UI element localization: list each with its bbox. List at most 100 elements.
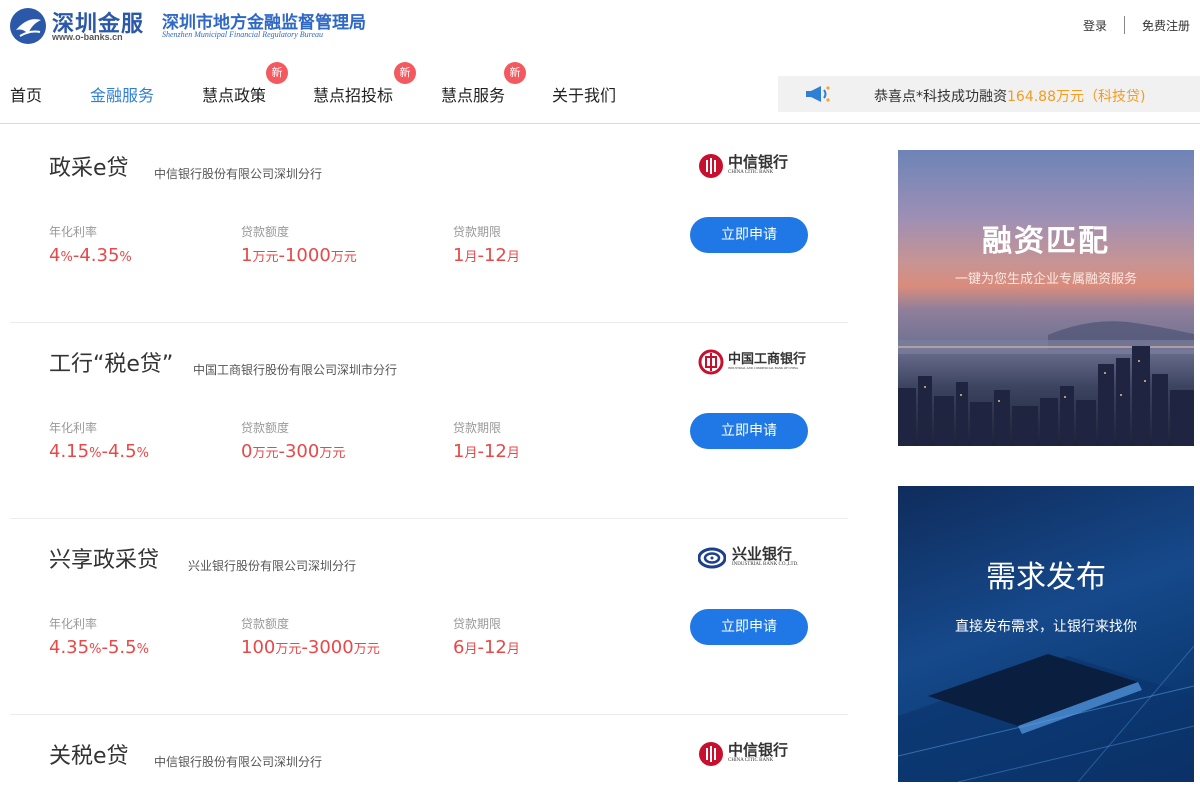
amount-label: 贷款额度 xyxy=(241,225,290,239)
banner-title: 融资匹配 xyxy=(982,224,1110,259)
rate-label: 年化利率 xyxy=(49,617,98,631)
regulator-name-en: Shenzhen Municipal Financial Regulatory … xyxy=(162,30,324,39)
citic-bank-icon xyxy=(699,742,723,766)
value-unit: % xyxy=(119,250,132,265)
nav-item-label: 慧点招投标 xyxy=(313,86,394,105)
demand-publish-banner[interactable]: 需求发布 直接发布需求，让银行来找你 xyxy=(898,486,1194,782)
bank-logo-cn: 中国工商银行 xyxy=(728,352,807,367)
rate-value: 4.35%-5.5% xyxy=(49,637,149,658)
apply-button[interactable]: 立即申请 xyxy=(690,609,808,645)
value-unit: 月 xyxy=(506,250,520,265)
term-label: 贷款期限 xyxy=(453,421,502,435)
city-skyline-image xyxy=(898,321,1194,446)
value-unit: % xyxy=(89,642,102,657)
citic-bank-icon xyxy=(699,154,723,178)
apply-button[interactable]: 立即申请 xyxy=(690,217,808,253)
apply-button[interactable]: 立即申请 xyxy=(690,413,808,449)
term-value: 6月-12月 xyxy=(453,637,520,658)
nav-item-label: 关于我们 xyxy=(552,86,617,105)
banner-subtitle: 直接发布需求，让银行来找你 xyxy=(955,619,1137,635)
value-high: 12 xyxy=(483,245,507,266)
value-unit: 月 xyxy=(506,446,520,461)
value-unit: 万元 xyxy=(353,642,380,657)
cib-icon xyxy=(698,547,726,569)
notice-text: 恭喜点*科技成功融资164.88万元（科技贷) xyxy=(874,86,1145,106)
bank-logo: 中信银行 CHINA CITIC BANK xyxy=(698,739,808,769)
value-high: 12 xyxy=(483,637,507,658)
term-value: 1月-12月 xyxy=(453,245,520,266)
value-high: 3000 xyxy=(307,637,354,658)
financing-notice[interactable]: 恭喜点*科技成功融资164.88万元（科技贷) xyxy=(778,76,1200,112)
loan-card: 政采e贷 中信银行股份有限公司深圳分行 中信银行 CHINA CITIC BAN… xyxy=(10,127,848,323)
loan-name[interactable]: 关税e贷 xyxy=(49,738,129,770)
bank-logo-cn: 中信银行 xyxy=(728,741,789,759)
bank-logo-en: INDUSTRIAL BANK CO.,LTD. xyxy=(732,562,799,567)
value-high: 4.5 xyxy=(107,441,137,462)
nav-item-label: 首页 xyxy=(10,86,43,105)
site-header: 深圳金服 www.o-banks.cn 深圳市地方金融监督管理局 Shenzhe… xyxy=(0,0,1200,124)
value-unit: 万元 xyxy=(252,250,279,265)
nav-item-label: 慧点服务 xyxy=(441,86,506,105)
value-low: 0 xyxy=(241,441,253,462)
bank-logo: 中信银行 CHINA CITIC BANK xyxy=(698,151,808,181)
bank-logo-en: CHINA CITIC BANK xyxy=(728,758,774,763)
notice-highlight: 164.88万元（科技贷) xyxy=(1007,89,1146,105)
value-low: 100 xyxy=(241,637,276,658)
loan-name[interactable]: 兴享政采贷 xyxy=(49,542,159,574)
value-unit: % xyxy=(136,446,149,461)
divider xyxy=(1123,16,1125,34)
value-high: 300 xyxy=(284,441,320,462)
loan-bank: 中信银行股份有限公司深圳分行 xyxy=(154,167,323,181)
value-unit: % xyxy=(89,446,102,461)
value-unit: % xyxy=(60,250,73,265)
amount-label: 贷款额度 xyxy=(241,617,290,631)
value-low: 4 xyxy=(49,245,61,266)
banner-title: 需求发布 xyxy=(986,560,1106,595)
brand-url: www.o-banks.cn xyxy=(52,32,123,42)
value-unit: 万元 xyxy=(252,446,279,461)
value-low: 6 xyxy=(453,637,465,658)
value-unit: 月 xyxy=(464,642,478,657)
value-unit: 万元 xyxy=(319,446,346,461)
nav-item-financial-services[interactable]: 金融服务 xyxy=(90,82,154,106)
bank-logo-cn: 兴业银行 xyxy=(732,545,793,563)
value-high: 12 xyxy=(483,441,507,462)
value-unit: 万元 xyxy=(275,642,302,657)
nav-item-bidding[interactable]: 慧点招投标新 xyxy=(313,62,416,106)
value-high: 1000 xyxy=(284,245,331,266)
value-low: 1 xyxy=(453,441,465,462)
value-unit: 月 xyxy=(464,446,478,461)
notice-prefix: 恭喜点*科技成功融资 xyxy=(874,89,1007,105)
new-badge: 新 xyxy=(394,62,416,84)
icbc-icon xyxy=(698,349,724,375)
brand-logo-icon[interactable] xyxy=(8,6,48,46)
loan-name[interactable]: 政采e贷 xyxy=(49,150,129,182)
loan-bank: 中信银行股份有限公司深圳分行 xyxy=(154,755,323,769)
rate-value: 4.15%-4.5% xyxy=(49,441,149,462)
login-link[interactable]: 登录 xyxy=(1083,17,1107,34)
loan-bank: 兴业银行股份有限公司深圳分行 xyxy=(188,559,357,573)
value-low: 4.35 xyxy=(49,637,90,658)
nav-item-label: 慧点政策 xyxy=(202,86,267,105)
register-link[interactable]: 免费注册 xyxy=(1142,17,1190,34)
nav-item-about[interactable]: 关于我们 xyxy=(552,82,616,106)
new-badge: 新 xyxy=(266,62,288,84)
value-low: 4.15 xyxy=(49,441,90,462)
term-label: 贷款期限 xyxy=(453,225,502,239)
rate-label: 年化利率 xyxy=(49,225,98,239)
value-unit: % xyxy=(136,642,149,657)
loan-name[interactable]: 工行“税e贷” xyxy=(49,346,173,378)
nav-item-home[interactable]: 首页 xyxy=(10,82,42,106)
value-low: 1 xyxy=(453,245,465,266)
value-low: 1 xyxy=(241,245,253,266)
financing-match-banner[interactable]: 融资匹配 一键为您生成企业专属融资服务 xyxy=(898,150,1194,446)
term-label: 贷款期限 xyxy=(453,617,502,631)
amount-label: 贷款额度 xyxy=(241,421,290,435)
banner-subtitle: 一键为您生成企业专属融资服务 xyxy=(954,272,1137,287)
amount-value: 100万元-3000万元 xyxy=(241,637,380,658)
nav-item-services[interactable]: 慧点服务 新 xyxy=(441,62,526,106)
new-badge: 新 xyxy=(504,62,526,84)
term-value: 1月-12月 xyxy=(453,441,520,462)
nav-item-policy[interactable]: 慧点政策 新 xyxy=(202,62,288,106)
megaphone-icon xyxy=(806,86,830,102)
